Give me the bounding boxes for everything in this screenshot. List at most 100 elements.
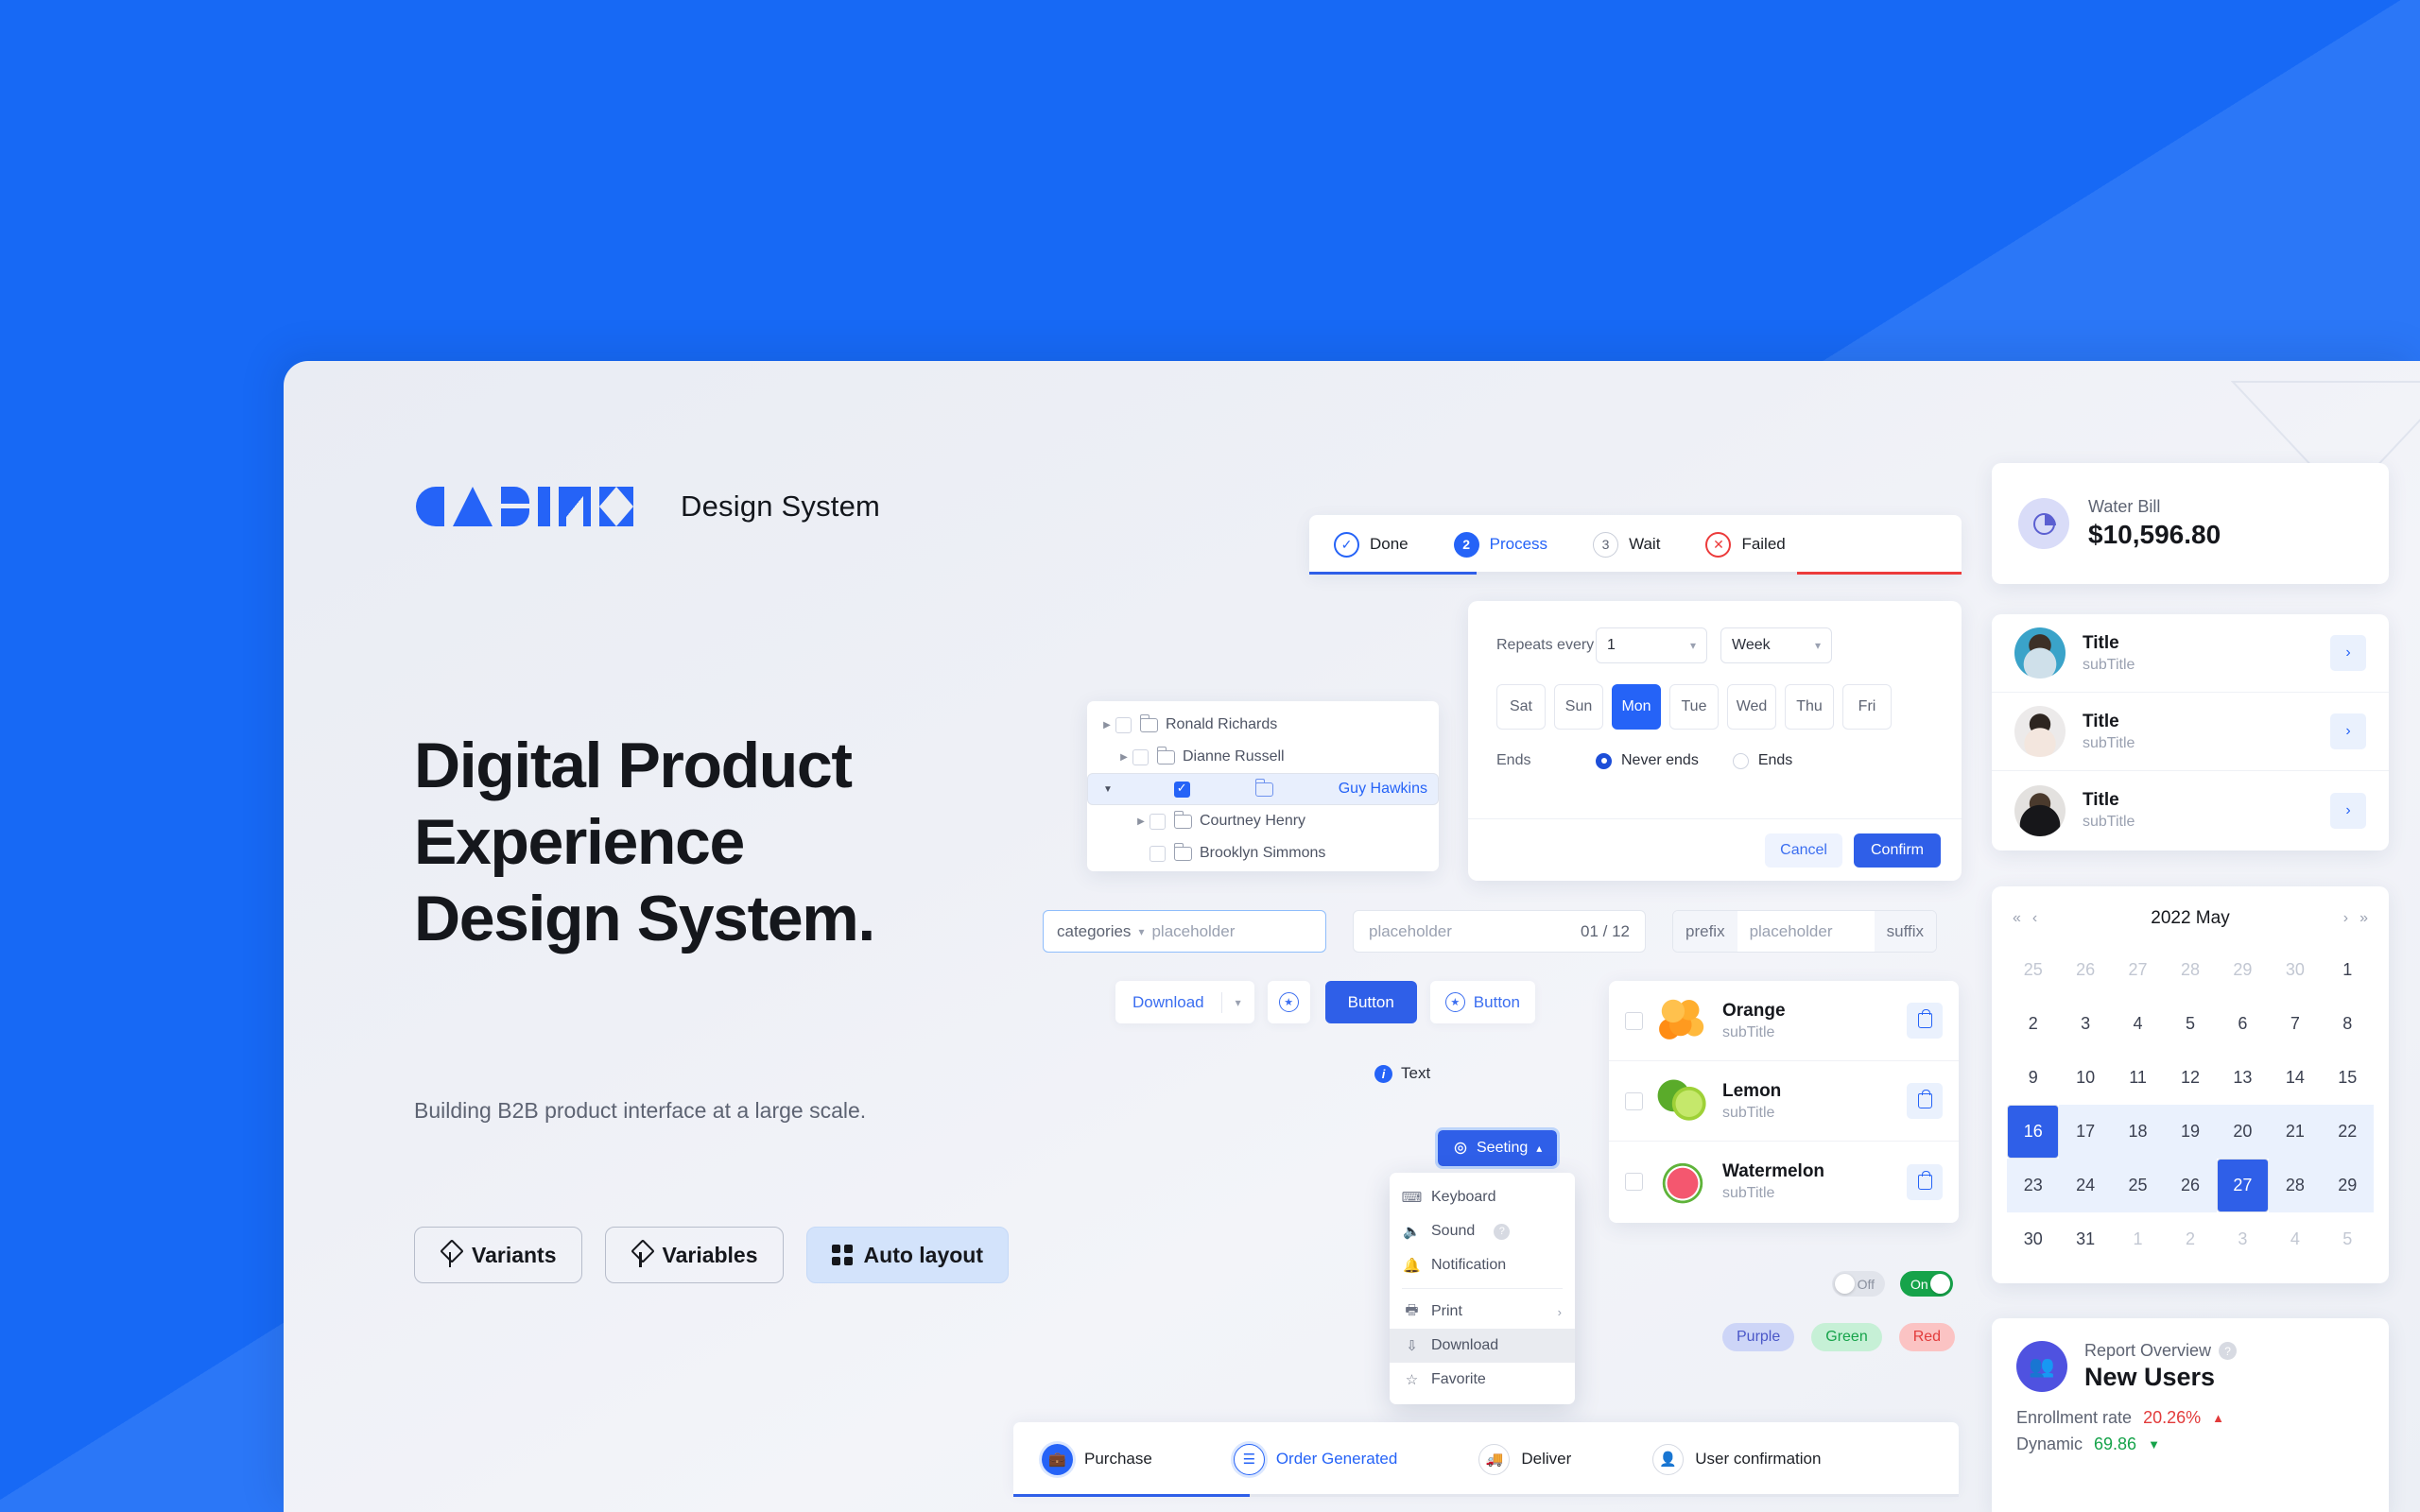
- calendar-day[interactable]: 9: [2007, 1051, 2059, 1105]
- repeat-count-select[interactable]: 1 ▾: [1596, 627, 1707, 663]
- tag-red[interactable]: Red: [1898, 1323, 1956, 1351]
- calendar-next-button[interactable]: ›: [2338, 910, 2354, 927]
- calendar-day[interactable]: 19: [2164, 1105, 2217, 1159]
- tag-purple[interactable]: Purple: [1722, 1323, 1795, 1351]
- calendar-first-button[interactable]: «: [2007, 910, 2027, 927]
- auto-layout-button[interactable]: Auto layout: [805, 1227, 1010, 1283]
- weekday-wed[interactable]: Wed: [1727, 684, 1776, 730]
- help-icon[interactable]: ?: [2219, 1342, 2238, 1360]
- chevron-down-icon[interactable]: ▾: [1138, 925, 1144, 938]
- calendar-day[interactable]: 30: [2007, 1212, 2059, 1266]
- menu-item-sound[interactable]: 🔈 Sound ?: [1390, 1214, 1575, 1248]
- primary-button[interactable]: Button: [1324, 981, 1417, 1023]
- download-button[interactable]: Download: [1115, 993, 1221, 1012]
- calendar-day[interactable]: 22: [2321, 1105, 2374, 1159]
- tag-green[interactable]: Green: [1811, 1323, 1882, 1351]
- list-item[interactable]: Title subTitle ›: [1992, 614, 2389, 693]
- tree-checkbox[interactable]: [1150, 845, 1166, 862]
- chevron-right-icon[interactable]: ▶: [1115, 752, 1132, 763]
- calendar-day[interactable]: 11: [2112, 1051, 2164, 1105]
- calendar-day[interactable]: 21: [2269, 1105, 2322, 1159]
- chevron-right-icon[interactable]: ▶: [1098, 720, 1115, 730]
- chevron-down-icon[interactable]: ▼: [1099, 784, 1116, 795]
- chevron-right-icon[interactable]: ›: [2330, 792, 2366, 829]
- menu-item-download[interactable]: ⇩ Download: [1390, 1329, 1575, 1363]
- calendar-day[interactable]: 28: [2164, 943, 2216, 997]
- tree-checkbox-checked[interactable]: [1173, 781, 1190, 798]
- calendar-prev-button[interactable]: ‹: [2027, 910, 2043, 927]
- calendar-day[interactable]: 7: [2269, 997, 2321, 1051]
- tree-node-ronald-richards[interactable]: ▶ Ronald Richards: [1087, 709, 1439, 741]
- calendar-day[interactable]: 2: [2164, 1212, 2216, 1266]
- weekday-sat[interactable]: Sat: [1496, 684, 1546, 730]
- cancel-button[interactable]: Cancel: [1765, 833, 1842, 868]
- calendar-day[interactable]: 3: [2217, 1212, 2269, 1266]
- calendar-day[interactable]: 12: [2164, 1051, 2216, 1105]
- category-search-input[interactable]: categories ▾ placeholder: [1043, 910, 1326, 953]
- menu-item-keyboard[interactable]: ⌨ Keyboard: [1390, 1180, 1575, 1214]
- menu-item-print[interactable]: 🖶 Print ›: [1390, 1295, 1575, 1329]
- calendar-day[interactable]: 15: [2322, 1051, 2374, 1105]
- calendar-day[interactable]: 8: [2322, 997, 2374, 1051]
- weekday-thu[interactable]: Thu: [1785, 684, 1834, 730]
- order-step-purchase[interactable]: 💼 Purchase: [1042, 1443, 1152, 1475]
- toggle-on-wrapper[interactable]: On: [1900, 1271, 1953, 1297]
- calendar-day[interactable]: 3: [2059, 997, 2111, 1051]
- list-item[interactable]: Title subTitle ›: [1992, 693, 2389, 771]
- water-bill-card[interactable]: Water Bill $10,596.80: [1992, 463, 2389, 584]
- tree-node-guy-hawkins[interactable]: ▼ Guy Hawkins: [1087, 773, 1439, 805]
- calendar-day[interactable]: 30: [2269, 943, 2321, 997]
- calendar-day[interactable]: 4: [2112, 997, 2164, 1051]
- calendar-day[interactable]: 2: [2007, 997, 2059, 1051]
- weekday-tue[interactable]: Tue: [1669, 684, 1719, 730]
- affix-input[interactable]: prefix placeholder suffix: [1672, 910, 1937, 953]
- calendar-day[interactable]: 5: [2164, 997, 2216, 1051]
- tree-node-brooklyn-simmons[interactable]: Brooklyn Simmons: [1087, 837, 1439, 869]
- calendar-day[interactable]: 18: [2111, 1105, 2165, 1159]
- calendar-day[interactable]: 14: [2269, 1051, 2321, 1105]
- radio-ends[interactable]: [1732, 752, 1749, 769]
- calendar-day[interactable]: 20: [2216, 1105, 2270, 1159]
- step-done[interactable]: ✓ Done: [1334, 531, 1409, 558]
- order-step-deliver[interactable]: 🚚 Deliver: [1478, 1443, 1571, 1475]
- step-process[interactable]: 2 Process: [1453, 531, 1547, 558]
- step-failed[interactable]: ✕ Failed: [1705, 531, 1786, 558]
- calendar-day[interactable]: 1: [2322, 943, 2374, 997]
- calendar-day[interactable]: 27: [2112, 943, 2164, 997]
- toggle-off-wrapper[interactable]: Off: [1832, 1271, 1885, 1297]
- calendar-day[interactable]: 31: [2059, 1212, 2111, 1266]
- menu-item-favorite[interactable]: ☆ Favorite: [1390, 1363, 1575, 1397]
- list-item[interactable]: Title subTitle ›: [1992, 771, 2389, 850]
- step-wait[interactable]: 3 Wait: [1593, 531, 1660, 558]
- repeat-unit-select[interactable]: Week ▾: [1720, 627, 1832, 663]
- calendar-day[interactable]: 23: [2007, 1159, 2060, 1212]
- calendar-day[interactable]: 17: [2059, 1105, 2112, 1159]
- list-item[interactable]: Lemon subTitle: [1609, 1061, 1959, 1142]
- order-step-user-confirmation[interactable]: 👤 User confirmation: [1652, 1443, 1821, 1475]
- chevron-right-icon[interactable]: ›: [2330, 713, 2366, 749]
- weekday-sun[interactable]: Sun: [1554, 684, 1603, 730]
- variables-button[interactable]: Variables: [604, 1227, 784, 1283]
- calendar-day[interactable]: 29: [2217, 943, 2269, 997]
- chevron-right-icon[interactable]: ▶: [1132, 816, 1150, 827]
- list-item-checkbox[interactable]: [1625, 1091, 1643, 1110]
- variants-button[interactable]: Variants: [414, 1227, 582, 1283]
- menu-item-notification[interactable]: 🔔 Notification: [1390, 1248, 1575, 1282]
- calendar-last-button[interactable]: »: [2354, 910, 2374, 927]
- list-item-checkbox[interactable]: [1625, 1011, 1643, 1030]
- calendar-day[interactable]: 5: [2322, 1212, 2374, 1266]
- order-step-order-generated[interactable]: ☰ Order Generated: [1233, 1443, 1397, 1475]
- add-to-bag-button[interactable]: [1907, 1083, 1943, 1119]
- tree-node-dianne-russell[interactable]: ▶ Dianne Russell: [1087, 741, 1439, 773]
- list-item[interactable]: Orange subTitle: [1609, 981, 1959, 1061]
- confirm-button[interactable]: Confirm: [1853, 833, 1941, 868]
- tree-checkbox[interactable]: [1150, 813, 1166, 830]
- calendar-day[interactable]: 26: [2164, 1159, 2217, 1212]
- calendar-day[interactable]: 6: [2217, 997, 2269, 1051]
- tree-node-courtney-henry[interactable]: ▶ Courtney Henry: [1087, 805, 1439, 837]
- calendar-day[interactable]: 27: [2216, 1159, 2270, 1212]
- help-icon[interactable]: ?: [1494, 1223, 1511, 1240]
- calendar-day[interactable]: 28: [2269, 1159, 2322, 1212]
- calendar-day[interactable]: 10: [2059, 1051, 2111, 1105]
- calendar-day[interactable]: 1: [2112, 1212, 2164, 1266]
